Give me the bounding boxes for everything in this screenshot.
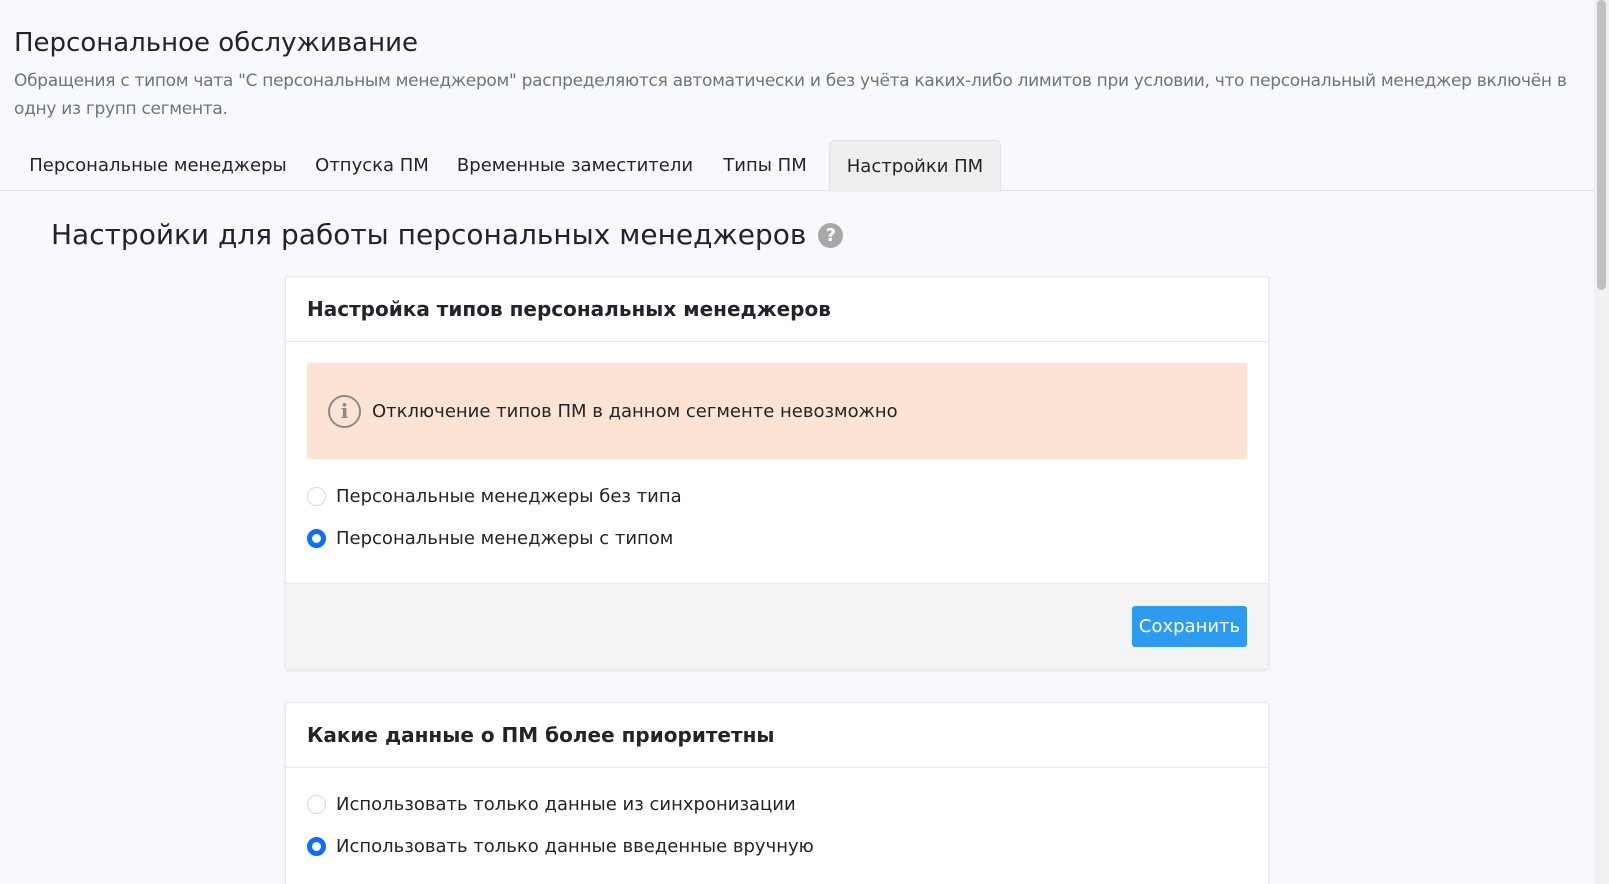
page-header: Персональное обслуживание Обращения с ти…: [14, 26, 1574, 123]
radio-option-sync-data[interactable]: Использовать только данные из синхрониза…: [307, 783, 1247, 825]
radio-button-unchecked[interactable]: [307, 486, 326, 506]
tab-personal-managers[interactable]: Персональные менеджеры: [18, 140, 298, 191]
tab-vacations[interactable]: Отпуска ПМ: [304, 140, 440, 191]
pm-types-card-body: i Отключение типов ПМ в данном сегменте …: [286, 342, 1268, 559]
tab-temporary-deputies[interactable]: Временные заместители: [454, 140, 696, 191]
radio-option-with-type[interactable]: Персональные менеджеры с типом: [307, 517, 1247, 559]
tab-pm-settings[interactable]: Настройки ПМ: [829, 140, 1001, 192]
pm-types-card-footer: Сохранить: [286, 583, 1268, 669]
pm-types-card-title: Настройка типов персональных менеджеров: [286, 277, 1268, 342]
radio-button-unchecked[interactable]: [307, 794, 326, 814]
data-priority-card-body: Использовать только данные из синхрониза…: [286, 768, 1268, 867]
radio-option-manual-data[interactable]: Использовать только данные введенные вру…: [307, 825, 1247, 867]
section-title-text: Настройки для работы персональных менедж…: [51, 218, 807, 251]
section-title: Настройки для работы персональных менедж…: [51, 216, 844, 254]
tabs-bar: Персональные менеджеры Отпуска ПМ Времен…: [0, 140, 1594, 192]
radio-label: Персональные менеджеры без типа: [336, 485, 682, 507]
radio-label: Использовать только данные введенные вру…: [336, 835, 814, 857]
radio-button-checked[interactable]: [307, 528, 326, 548]
alert-text: Отключение типов ПМ в данном сегменте не…: [372, 400, 898, 422]
scrollbar-thumb[interactable]: [1597, 0, 1606, 290]
save-button[interactable]: Сохранить: [1132, 606, 1247, 647]
question-circle-icon[interactable]: ?: [818, 222, 844, 248]
info-icon: i: [328, 394, 361, 428]
vertical-scrollbar[interactable]: [1594, 0, 1609, 884]
page-description: Обращения с типом чата "С персональным м…: [14, 71, 1567, 119]
pm-types-card: Настройка типов персональных менеджеров …: [285, 276, 1269, 670]
radio-button-checked[interactable]: [307, 836, 326, 856]
page: Персональное обслуживание Обращения с ти…: [0, 0, 1609, 884]
pm-type-radio-group: Персональные менеджеры без типа Персонал…: [307, 475, 1247, 559]
radio-label: Персональные менеджеры с типом: [336, 527, 674, 549]
tab-pm-types[interactable]: Типы ПМ: [712, 140, 818, 191]
warning-alert: i Отключение типов ПМ в данном сегменте …: [307, 363, 1247, 459]
page-title: Персональное обслуживание: [14, 28, 419, 58]
data-priority-card-title: Какие данные о ПМ более приоритетны: [286, 703, 1268, 768]
radio-label: Использовать только данные из синхрониза…: [336, 793, 796, 815]
radio-option-without-type[interactable]: Персональные менеджеры без типа: [307, 475, 1247, 517]
data-priority-card: Какие данные о ПМ более приоритетны Испо…: [285, 702, 1269, 884]
